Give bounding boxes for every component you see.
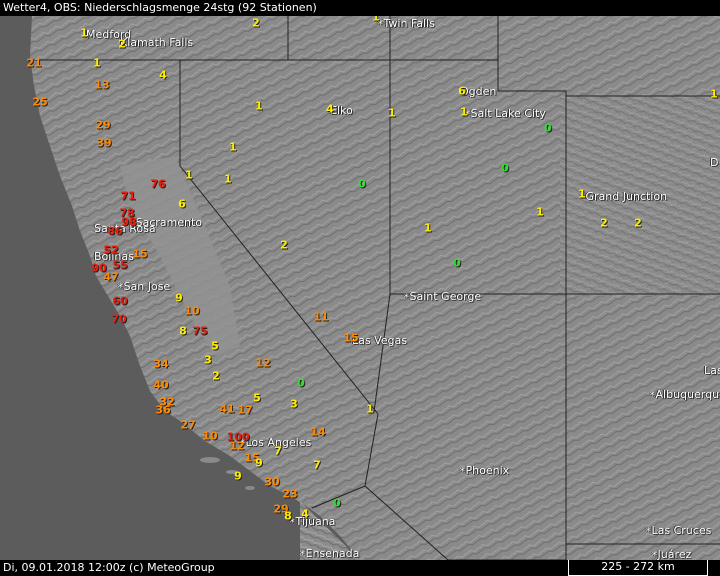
station-value: 9 (234, 469, 242, 483)
city-grand-junction: *Grand Junction (580, 190, 668, 203)
station-value: 2 (280, 238, 288, 252)
station-value: 5 (253, 391, 261, 405)
station-value: 0 (297, 376, 305, 390)
station-value: 0 (333, 496, 341, 510)
station-value: 30 (264, 475, 280, 489)
station-value: 36 (155, 403, 171, 417)
station-value: 4 (326, 102, 334, 116)
station-value: 1 (460, 105, 468, 119)
station-value: 7 (313, 458, 321, 472)
city-san-jose: *San Jose (118, 280, 171, 293)
station-value: 55 (112, 258, 128, 272)
city-d-partial: D (710, 156, 719, 169)
station-value: 1 (536, 205, 544, 219)
station-value: 86 (107, 224, 123, 238)
city-twin-falls: *Twin Falls (378, 17, 435, 30)
station-value: 2 (600, 216, 608, 230)
station-value: 7 (274, 444, 282, 458)
station-value: 1 (366, 402, 374, 416)
station-value: 25 (32, 95, 48, 109)
station-value: 39 (96, 136, 112, 150)
station-value: 0 (358, 177, 366, 191)
station-value: 2 (212, 369, 220, 383)
city-saint-george: *Saint George (404, 290, 482, 303)
station-value: 40 (153, 378, 169, 392)
station-value: 1 (424, 221, 432, 235)
terrain-relief-map (0, 16, 720, 560)
city-ensenada: *Ensenada (300, 547, 360, 560)
city-las-partial: Las (704, 364, 720, 377)
station-value: 0 (544, 121, 552, 135)
station-value: 15 (343, 331, 359, 345)
station-value: 52 (103, 243, 119, 257)
station-value: 1 (388, 106, 396, 120)
island (245, 486, 255, 490)
station-value: 15 (132, 247, 148, 261)
station-value: 71 (120, 189, 136, 203)
station-value: 1 (185, 168, 193, 182)
station-value: 10 (184, 304, 200, 318)
station-value: 11 (313, 310, 329, 324)
station-value: 1 (710, 87, 718, 101)
station-value: 27 (180, 418, 196, 432)
station-value: 75 (192, 324, 208, 338)
station-value: 23 (282, 487, 298, 501)
station-value: 13 (94, 78, 110, 92)
station-value: 17 (237, 403, 253, 417)
station-value: 6 (178, 197, 186, 211)
station-value: 9 (255, 456, 263, 470)
station-value: 0 (501, 161, 509, 175)
station-value: 60 (112, 294, 128, 308)
city-phoenix: *Phoenix (460, 464, 510, 477)
city-salt-lake-city: *Salt Lake City (465, 107, 546, 120)
station-value: 1 (255, 99, 263, 113)
station-value: 70 (111, 312, 127, 326)
station-value: 34 (153, 357, 169, 371)
station-value: 1 (578, 187, 586, 201)
station-value: 2 (634, 216, 642, 230)
station-value: 12 (229, 439, 245, 453)
station-value: 1 (80, 26, 88, 40)
station-value: 9 (175, 291, 183, 305)
station-value: 5 (211, 339, 219, 353)
station-value: 8 (179, 324, 187, 338)
city-tijuana: *Tijuana (290, 515, 336, 528)
city-las-cruces: *Las Cruces (646, 524, 712, 537)
station-value: 0 (453, 256, 461, 270)
station-value: 4 (301, 507, 309, 521)
station-value: 3 (204, 353, 212, 367)
station-value: 47 (103, 270, 119, 284)
station-value: 29 (95, 118, 111, 132)
city-albuquerque: *Albuquerque (650, 388, 720, 401)
station-value: 1 (224, 172, 232, 186)
station-value: 2 (252, 16, 260, 30)
station-value: 1 (229, 140, 237, 154)
map-title: Wetter4, OBS: Niederschlagsmenge 24stg (… (0, 0, 720, 16)
station-value: 14 (310, 425, 326, 439)
island (200, 457, 220, 463)
station-value: 41 (219, 402, 235, 416)
station-value: 12 (255, 356, 271, 370)
city-las-vegas: Las Vegas (352, 334, 407, 347)
station-value: 6 (458, 84, 466, 98)
station-value: 3 (290, 397, 298, 411)
station-value: 98 (121, 215, 137, 229)
station-value: 1 (93, 56, 101, 70)
station-value: 8 (284, 509, 292, 523)
station-value: 21 (26, 56, 42, 70)
city-klamath-falls: Klamath Falls (120, 36, 194, 49)
station-value: 76 (150, 177, 166, 191)
weather-map: Medford Klamath Falls *Twin Falls Ogden … (0, 0, 720, 576)
scale-bar: 225 - 272 km (568, 560, 708, 576)
station-value: 10 (202, 429, 218, 443)
station-value: 2 (118, 37, 126, 51)
station-value: 4 (159, 68, 167, 82)
